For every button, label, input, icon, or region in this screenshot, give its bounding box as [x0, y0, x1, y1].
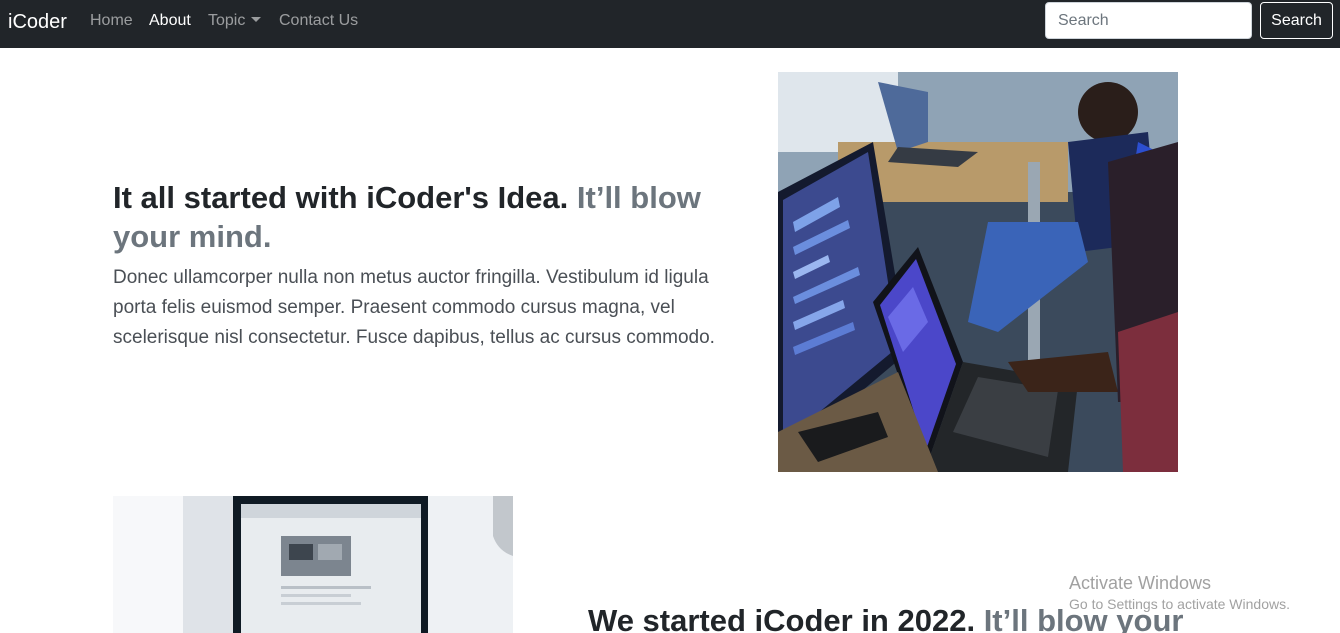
featurette-1-heading: It all started with iCoder's Idea. It’ll…	[113, 178, 733, 256]
nav-dropdown-topic[interactable]: Topic	[208, 12, 262, 30]
brand-logo-link[interactable]: iCoder	[8, 10, 67, 34]
watermark-subtitle: Go to Settings to activate Windows.	[1069, 596, 1290, 612]
chevron-down-icon	[251, 17, 262, 22]
featurette-1-image	[778, 72, 1178, 472]
featurette-2-heading-main: We started iCoder in 2022.	[588, 603, 976, 633]
windows-activation-watermark: Activate Windows Go to Settings to activ…	[1069, 572, 1290, 613]
search-input[interactable]	[1045, 2, 1252, 39]
office-coding-photo	[778, 72, 1178, 472]
nav-link-contact-us[interactable]: Contact Us	[279, 12, 358, 30]
top-navbar: iCoder Home About Topic Contact Us Searc…	[0, 0, 1340, 48]
watermark-title: Activate Windows	[1069, 573, 1212, 593]
search-button[interactable]: Search	[1260, 2, 1333, 39]
monitor-desk-photo	[113, 496, 513, 633]
featurette-1-heading-main: It all started with iCoder's Idea.	[113, 180, 569, 215]
featurette-1-lead: Donec ullamcorper nulla non metus auctor…	[113, 267, 715, 348]
nav-link-home[interactable]: Home	[90, 12, 133, 30]
featurette-2-image	[113, 496, 513, 633]
nav-dropdown-topic-label: Topic	[208, 12, 246, 29]
nav-link-about[interactable]: About	[149, 12, 191, 30]
